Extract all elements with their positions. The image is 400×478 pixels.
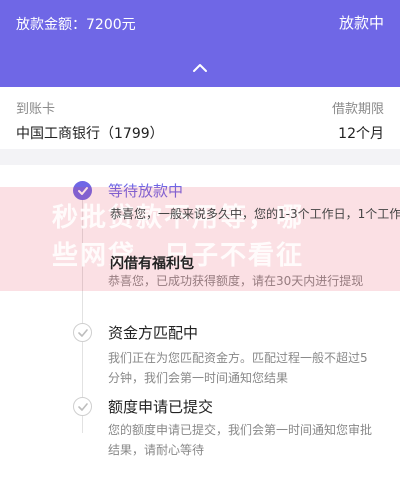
step-title: 资金方匹配中 <box>108 324 199 342</box>
step-title: 额度申请已提交 <box>108 398 214 416</box>
check-icon <box>73 323 92 342</box>
loan-term: 12个月 <box>338 126 384 142</box>
step-desc: 您的额度申请已提交，我们会第一时间通知您审批结果，请耐心等待 <box>108 423 373 457</box>
overlay-desc: 恭喜您，一般来说多久中，您的1-3个工作日，1个工作日(到账 <box>110 207 400 221</box>
loan-term-label: 借款期限 <box>331 102 384 117</box>
loan-info: 到账卡 借款期限 中国工商银行（1799） 12个月 <box>0 87 400 149</box>
bank-name: 中国工商银行（1799） <box>16 126 164 142</box>
status-header: 放款金额：7200元 放款中 <box>0 0 400 87</box>
check-icon <box>73 397 92 416</box>
chevron-up-icon[interactable] <box>192 62 208 74</box>
loan-amount: 放款金额：7200元 <box>16 17 136 33</box>
step-desc: 我们正在为您匹配资金方。匹配过程一般不超过5分钟，我们会第一时间通知您结果 <box>108 351 368 385</box>
watermark-banner: 秒批贷款不用等，哪 些网贷，日子不看征 恭喜您，一般来说多久中，您的1-3个工作… <box>0 187 400 291</box>
loan-status: 放款中 <box>338 14 384 32</box>
receiving-card-label: 到账卡 <box>16 102 56 117</box>
overlay-title: 闪借有福利包 <box>110 256 194 272</box>
section-divider <box>0 149 400 165</box>
